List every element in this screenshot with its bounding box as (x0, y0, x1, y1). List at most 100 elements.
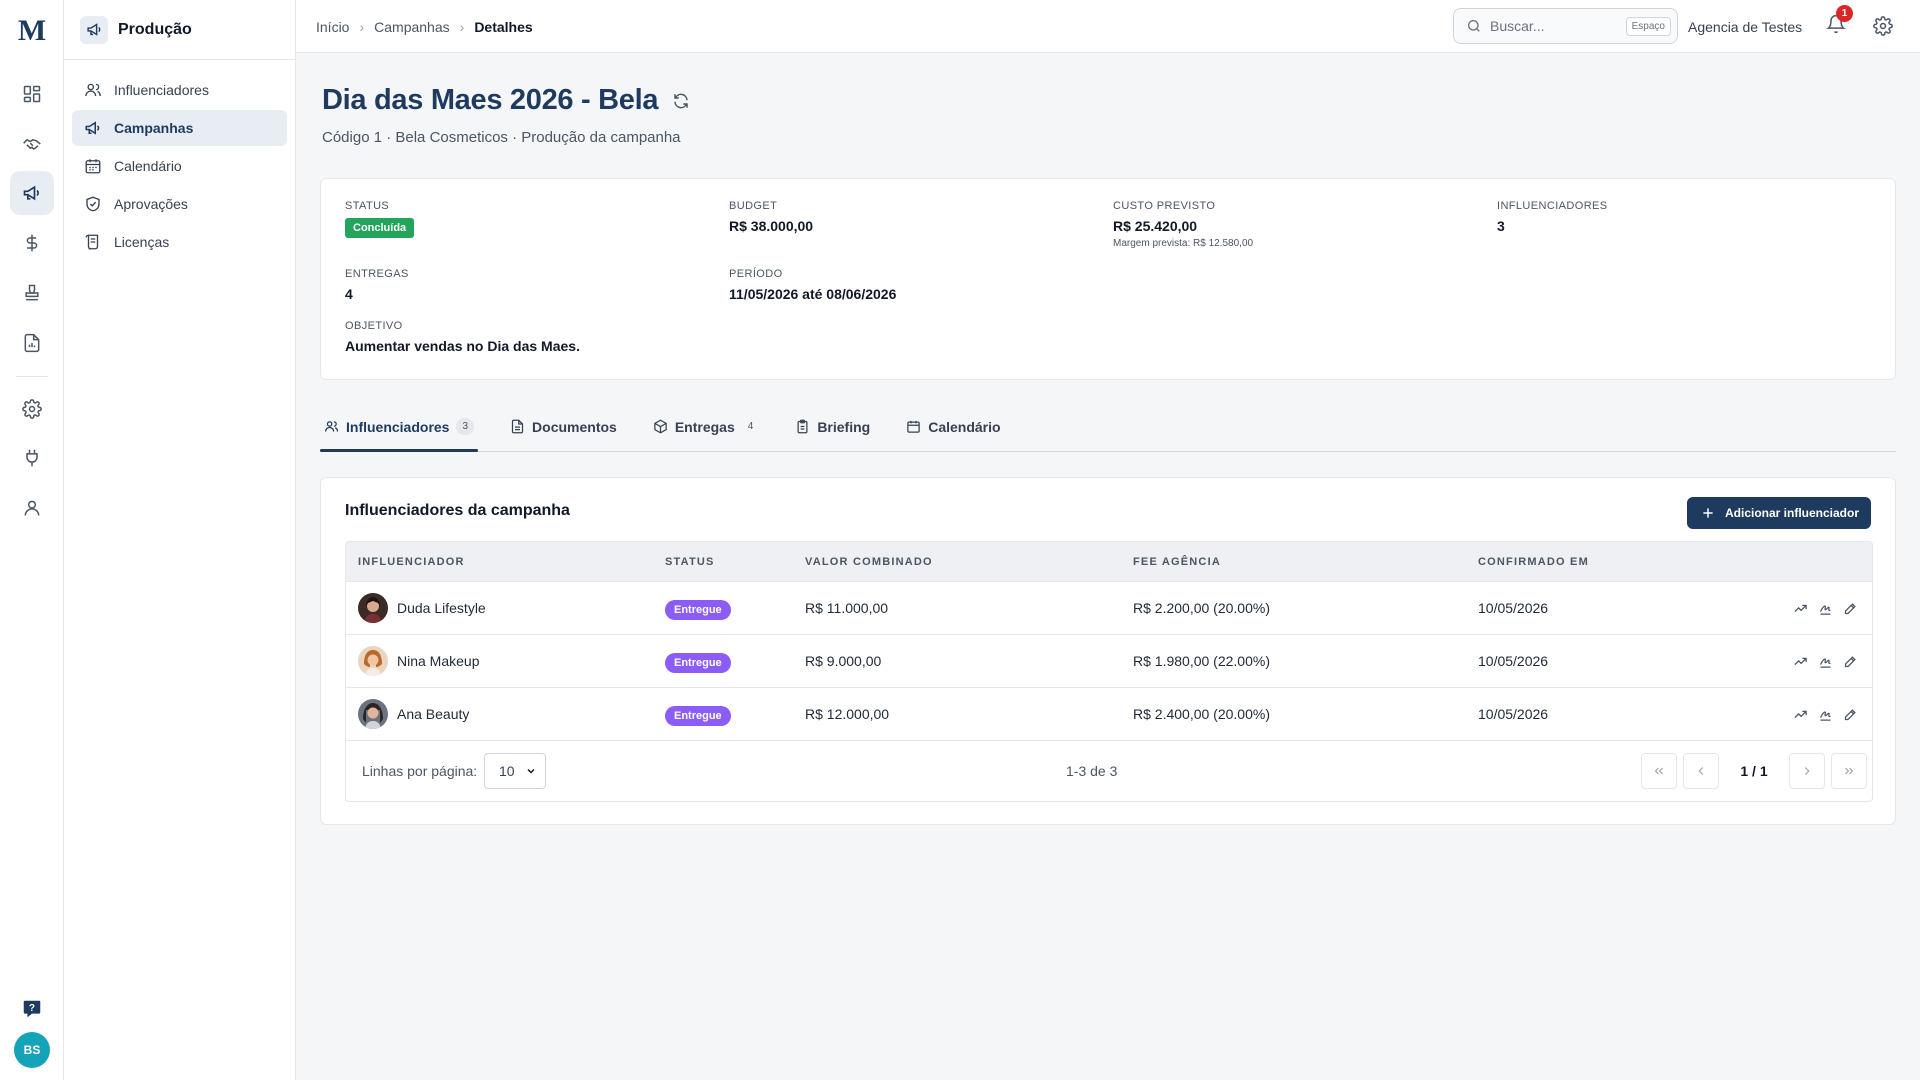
rows-per-page-select[interactable]: 10 (484, 753, 546, 789)
status-field: STATUS Concluída (345, 200, 415, 238)
pencil-icon[interactable] (1843, 654, 1858, 669)
row-actions (1728, 707, 1872, 722)
pagination: 1 / 1 (1641, 753, 1867, 789)
table-row[interactable]: Nina Makeup Entregue R$ 9.000,00 R$ 1.98… (346, 635, 1872, 688)
sidebar-item-campanhas[interactable]: Campanhas (72, 110, 287, 146)
signature-icon[interactable] (1818, 601, 1833, 616)
agency-name[interactable]: Agencia de Testes (1688, 0, 1802, 53)
page-indicator: 1 / 1 (1740, 763, 1768, 779)
megaphone-icon (80, 15, 108, 44)
table-title: Influenciadores da campanha (345, 502, 570, 519)
table-row[interactable]: Ana Beauty Entregue R$ 12.000,00 R$ 2.40… (346, 688, 1872, 741)
breadcrumb-inicio[interactable]: Início (316, 19, 349, 35)
chevron-right-icon: › (359, 18, 365, 35)
next-page-button[interactable] (1789, 753, 1825, 789)
user-avatar[interactable]: BS (14, 1032, 50, 1068)
pencil-icon[interactable] (1843, 601, 1858, 616)
rows-per-page-label: Linhas por página: (362, 763, 478, 779)
fee-cell: R$ 2.400,00 (20.00%) (1133, 706, 1270, 722)
column-header[interactable]: STATUS (665, 556, 805, 568)
column-header[interactable]: CONFIRMADO EM (1478, 556, 1728, 568)
period-label: PERÍODO (729, 268, 783, 280)
app-logo[interactable]: M (0, 14, 64, 48)
row-actions (1728, 654, 1872, 669)
margin-text: Margem prevista: R$ 12.580,00 (1113, 238, 1254, 249)
handshake-icon[interactable] (10, 122, 54, 166)
gear-icon[interactable] (10, 387, 54, 431)
help-chat-icon[interactable]: ? (10, 987, 54, 1031)
influencer-name[interactable]: Ana Beauty (397, 706, 469, 722)
tab-calendario[interactable]: Calendário (902, 402, 1004, 451)
tab-label: Documentos (532, 418, 617, 435)
pencil-icon[interactable] (1843, 707, 1858, 722)
column-header[interactable]: FEE AGÊNCIA (1133, 556, 1478, 568)
report-icon[interactable] (10, 321, 54, 365)
table-row[interactable]: Duda Lifestyle Entregue R$ 11.000,00 R$ … (346, 582, 1872, 635)
budget-value: R$ 38.000,00 (729, 218, 814, 234)
goal-label: OBJETIVO (345, 320, 403, 332)
sidebar-item-label: Licenças (114, 234, 170, 250)
search-box[interactable]: Espaço (1453, 8, 1678, 44)
trending-up-icon[interactable] (1793, 654, 1808, 669)
prev-page-button[interactable] (1683, 753, 1719, 789)
column-header[interactable]: VALOR COMBINADO (805, 556, 1133, 568)
megaphone-icon[interactable] (10, 171, 54, 215)
add-influencer-button[interactable]: Adicionar influenciador (1687, 497, 1871, 529)
package-icon (653, 419, 668, 434)
status-cell: Entregue (665, 706, 805, 726)
trending-up-icon[interactable] (1793, 601, 1808, 616)
influencer-name[interactable]: Duda Lifestyle (397, 600, 486, 616)
chevron-down-icon (525, 765, 537, 777)
column-header[interactable]: INFLUENCIADOR (346, 556, 665, 568)
tab-influenciadores[interactable]: Influenciadores 3 (320, 402, 479, 452)
bell-icon[interactable]: 1 (1826, 5, 1853, 34)
tab-label: Influenciadores (346, 418, 450, 435)
budget-field: BUDGET R$ 38.000,00 (729, 200, 813, 234)
trending-up-icon[interactable] (1793, 707, 1808, 722)
confirmed-cell: 10/05/2026 (1478, 653, 1549, 669)
tab-entregas[interactable]: Entregas 4 (649, 402, 763, 451)
search-input[interactable] (1490, 18, 1618, 34)
dashboard-icon[interactable] (10, 72, 54, 116)
sidebar-item-aprovacoes[interactable]: Aprovações (72, 186, 287, 222)
sidebar-item-calendario[interactable]: Calendário (72, 148, 287, 184)
page-title: Dia das Maes 2026 - Bela (322, 84, 659, 116)
add-influencer-label: Adicionar influenciador (1725, 506, 1860, 520)
status-badge: Concluída (345, 218, 415, 238)
stamp-icon[interactable] (10, 271, 54, 315)
dollar-icon[interactable] (10, 221, 54, 265)
sidebar-nav: Influenciadores Campanhas Calendário Apr… (64, 60, 295, 274)
sidebar-item-label: Aprovações (114, 196, 188, 212)
section-sidebar: Produção Influenciadores Campanhas Calen… (64, 0, 296, 1080)
influencer-cell: Nina Makeup (346, 646, 665, 676)
fee-cell: R$ 1.980,00 (22.00%) (1133, 653, 1270, 669)
settings-gear-icon[interactable] (1873, 16, 1893, 36)
clipboard-icon (795, 419, 810, 434)
rows-per-page-value: 10 (499, 763, 515, 779)
influencers-table: INFLUENCIADOR STATUS VALOR COMBINADO FEE… (345, 541, 1873, 802)
sidebar-item-influenciadores[interactable]: Influenciadores (72, 72, 287, 108)
refresh-icon[interactable] (672, 92, 690, 110)
tab-label: Calendário (928, 418, 1001, 435)
tab-briefing[interactable]: Briefing (791, 402, 874, 451)
signature-icon[interactable] (1818, 707, 1833, 722)
user-icon[interactable] (10, 486, 54, 530)
sidebar-item-licencas[interactable]: Licenças (72, 224, 287, 260)
goal-value: Aumentar vendas no Dia das Maes. (345, 338, 580, 354)
avatar (358, 699, 388, 729)
tab-documentos[interactable]: Documentos (506, 402, 621, 451)
influencer-name[interactable]: Nina Makeup (397, 653, 480, 669)
last-page-button[interactable] (1831, 753, 1867, 789)
budget-label: BUDGET (729, 200, 778, 212)
avatar (358, 593, 388, 623)
breadcrumb-detalhes: Detalhes (474, 18, 533, 35)
campaign-info-card: STATUS Concluída BUDGET R$ 38.000,00 CUS… (320, 178, 1896, 380)
signature-icon[interactable] (1818, 654, 1833, 669)
influencer-cell: Ana Beauty (346, 699, 665, 729)
breadcrumb-campanhas[interactable]: Campanhas (374, 19, 450, 35)
plug-icon[interactable] (10, 436, 54, 480)
value-cell: R$ 12.000,00 (805, 706, 890, 722)
breadcrumb: Início › Campanhas › Detalhes (316, 0, 533, 53)
tab-count: 3 (456, 418, 475, 435)
first-page-button[interactable] (1641, 753, 1677, 789)
